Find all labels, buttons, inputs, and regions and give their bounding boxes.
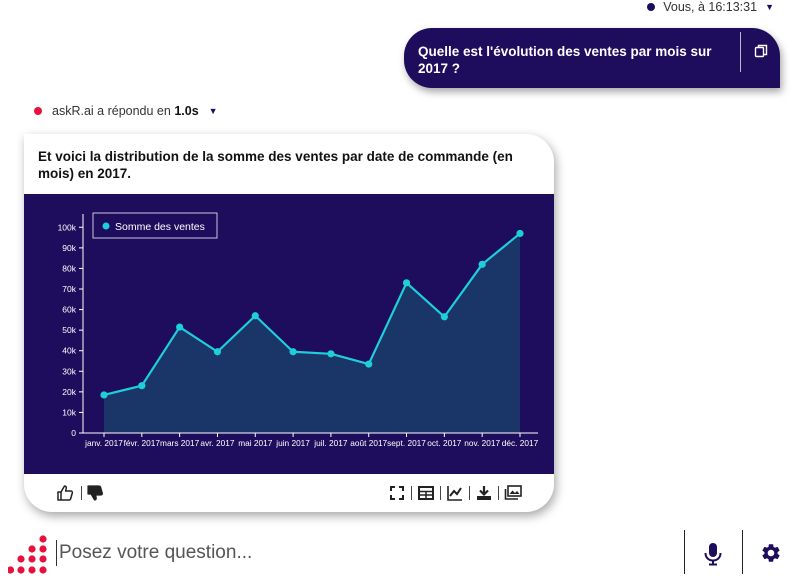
bot-message-meta: askR.ai a répondu en 1.0s ▼ <box>34 104 218 118</box>
bot-meta-text: askR.ai a répondu en 1.0s <box>52 104 199 118</box>
image-gallery-icon[interactable] <box>504 484 522 502</box>
y-tick-label: 50k <box>62 325 76 335</box>
data-point <box>213 348 222 356</box>
user-question-bubble: Quelle est l'évolution des ventes par mo… <box>404 28 780 88</box>
askr-logo-icon <box>8 535 47 574</box>
question-input[interactable] <box>56 540 656 566</box>
y-tick-label: 30k <box>62 366 76 376</box>
user-meta-text: Vous, à 16:13:31 <box>663 0 758 14</box>
x-tick-label: sept. 2017 <box>387 438 426 448</box>
y-tick-label: 100k <box>58 222 77 232</box>
x-tick-label: juin 2017 <box>275 438 310 448</box>
answer-title: Et voici la distribution de la somme des… <box>38 149 513 181</box>
x-tick-label: févr. 2017 <box>124 438 161 448</box>
bubble-divider <box>740 32 741 72</box>
x-tick-label: oct. 2017 <box>427 438 462 448</box>
data-point <box>100 391 108 399</box>
download-icon[interactable] <box>475 484 493 502</box>
answer-actions <box>24 478 554 506</box>
x-tick-label: août 2017 <box>350 438 387 448</box>
y-tick-label: 70k <box>62 284 76 294</box>
thumbs-up-icon[interactable] <box>56 484 74 502</box>
y-tick-label: 40k <box>62 346 76 356</box>
sales-chart: 0 10k 20k 30k 40k 50k 60k 70k 80k 90k 100k janv. 20… <box>24 194 554 474</box>
data-point <box>478 260 486 268</box>
sales-chart-svg: 0 10k 20k 30k 40k 50k 60k 70k 80k 90k 100k janv. 20… <box>58 212 539 448</box>
data-point <box>251 312 259 320</box>
data-point <box>138 382 146 390</box>
action-divider <box>469 486 470 500</box>
caret-down-icon[interactable]: ▼ <box>765 2 774 12</box>
input-divider <box>684 530 685 574</box>
question-input-bar <box>0 528 804 578</box>
data-point <box>327 350 335 358</box>
user-dot-icon <box>647 3 656 11</box>
fullscreen-icon[interactable] <box>388 484 406 502</box>
settings-gear-icon[interactable] <box>760 542 782 564</box>
microphone-icon[interactable] <box>702 542 724 566</box>
y-tick-label: 0 <box>71 428 76 438</box>
bot-answer-card: Et voici la distribution de la somme des… <box>24 134 554 512</box>
data-point <box>402 279 411 287</box>
data-point <box>176 323 184 331</box>
action-divider <box>81 486 82 500</box>
input-divider <box>742 530 743 574</box>
y-tick-label: 90k <box>62 243 76 253</box>
x-tick-label: janv. 2017 <box>84 438 123 448</box>
action-divider <box>440 486 441 500</box>
y-tick-label: 60k <box>62 305 76 315</box>
x-tick-label: mars 2017 <box>160 438 200 448</box>
x-tick-label: nov. 2017 <box>464 438 500 448</box>
x-tick-label: mai 2017 <box>238 438 273 448</box>
sales-area <box>104 233 520 433</box>
thumbs-down-icon[interactable] <box>86 484 104 502</box>
y-tick-label: 10k <box>62 407 76 417</box>
bot-dot-icon <box>34 107 42 115</box>
legend-label: Somme des ventes <box>115 221 205 233</box>
copy-icon[interactable] <box>754 44 768 58</box>
y-tick-label: 80k <box>62 263 76 273</box>
chat-window: Vous, à 16:13:31 ▼ Quelle est l'évolutio… <box>0 0 804 578</box>
x-tick-label: déc. 2017 <box>502 438 539 448</box>
data-point <box>440 313 448 321</box>
action-divider <box>411 486 412 500</box>
x-tick-label: juil. 2017 <box>313 438 348 448</box>
user-message-meta: Vous, à 16:13:31 ▼ <box>647 0 774 14</box>
data-point <box>516 229 524 238</box>
user-question-text: Quelle est l'évolution des ventes par mo… <box>418 44 712 76</box>
caret-down-icon[interactable]: ▼ <box>209 106 218 116</box>
legend-marker <box>102 222 110 230</box>
x-tick-label: avr. 2017 <box>200 438 235 448</box>
table-view-icon[interactable] <box>417 484 435 502</box>
y-tick-label: 20k <box>62 387 76 397</box>
line-chart-icon[interactable] <box>446 484 464 502</box>
action-divider <box>498 486 499 500</box>
data-point <box>289 348 297 356</box>
data-point <box>365 360 373 368</box>
